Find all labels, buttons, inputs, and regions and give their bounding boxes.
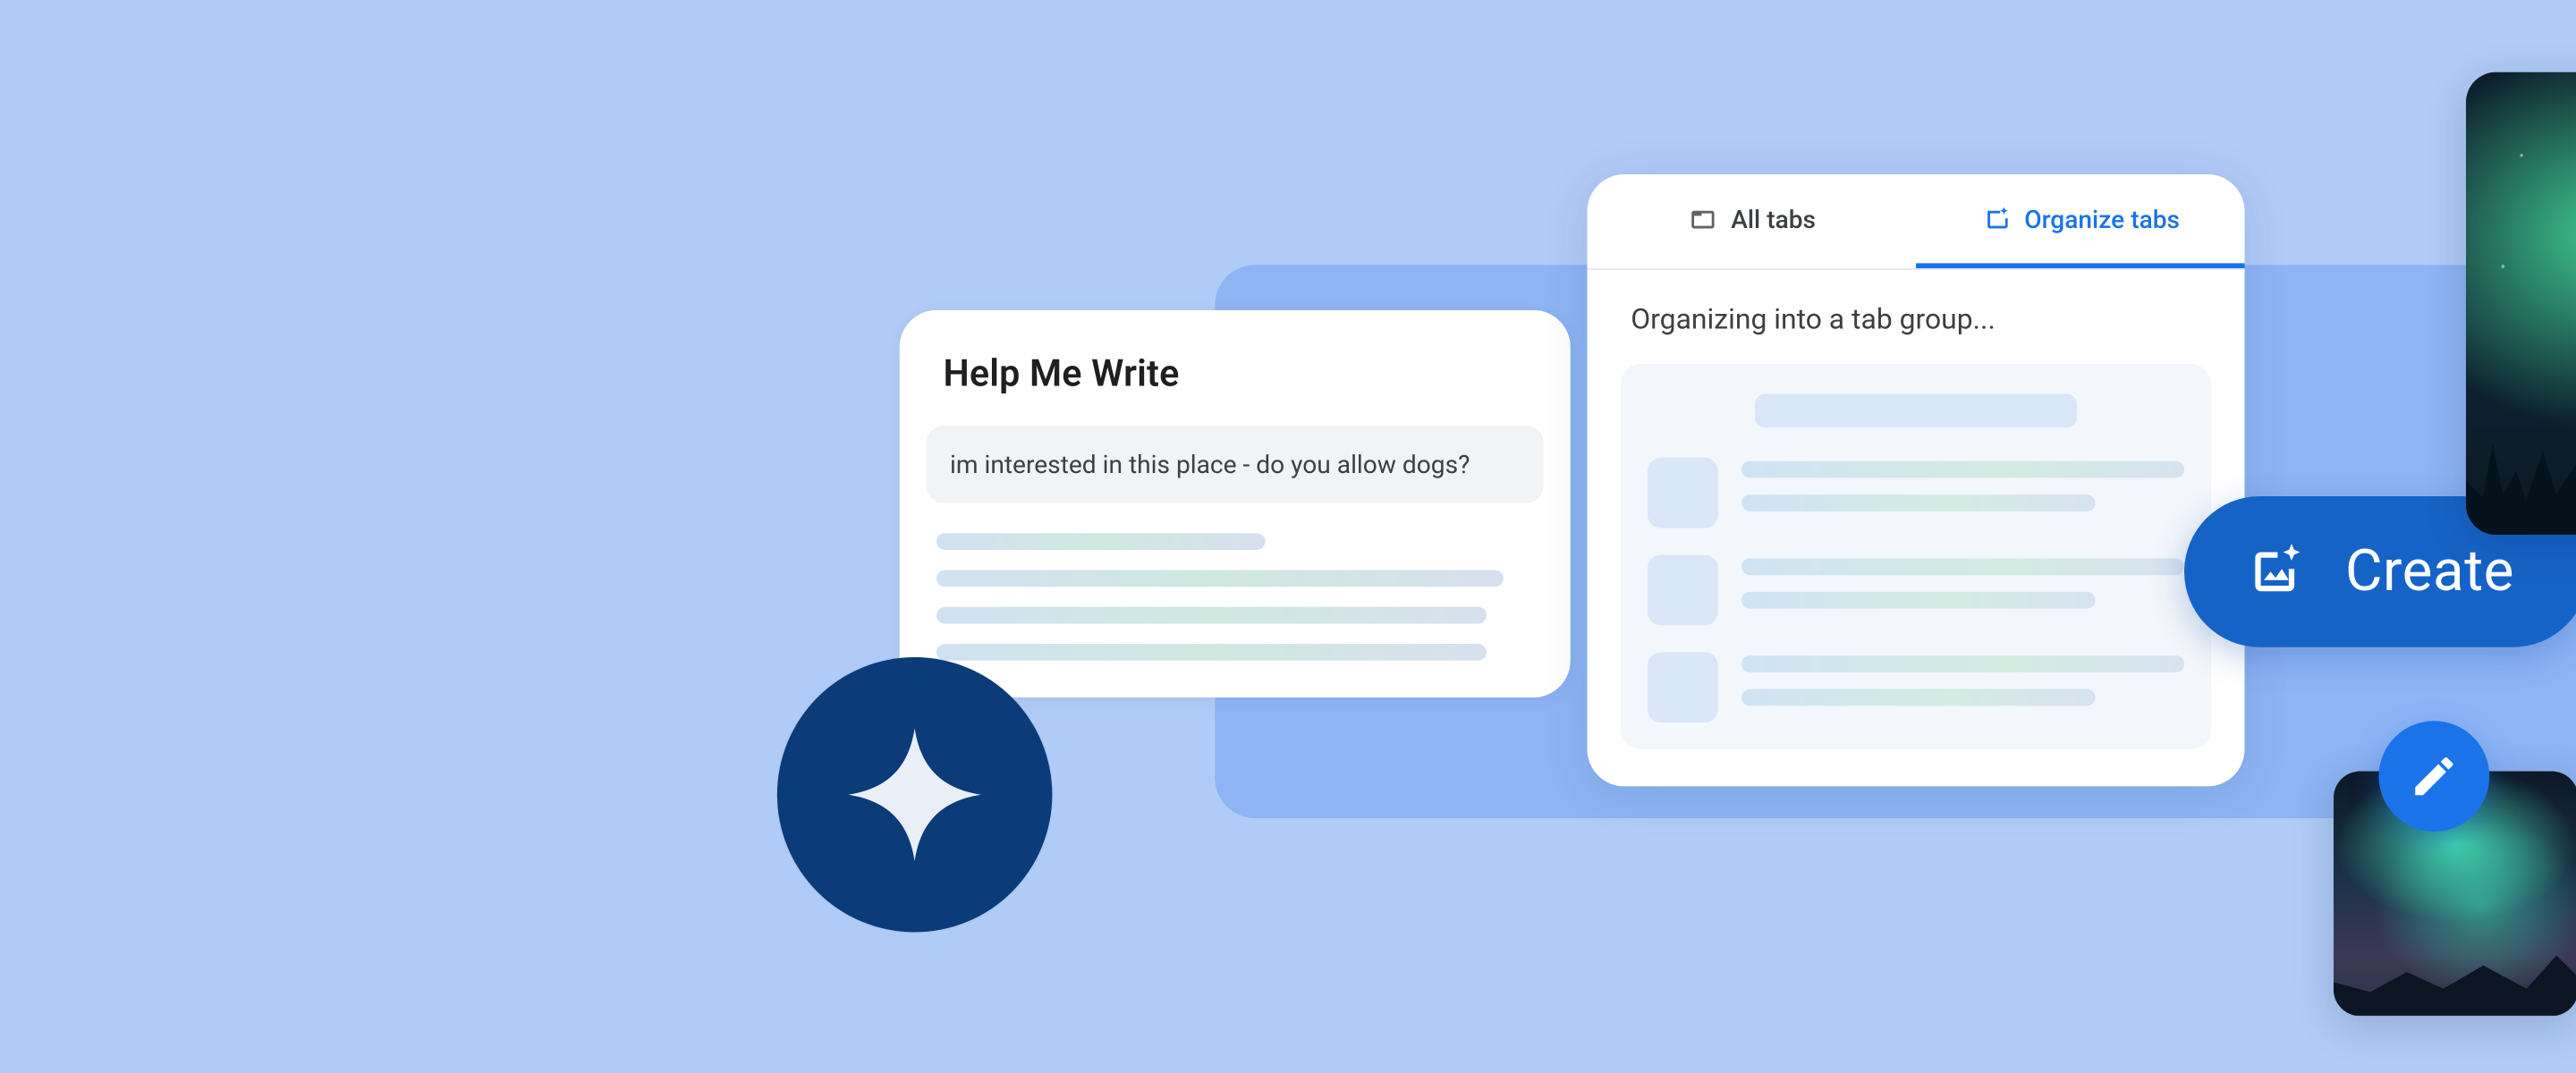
theme-preview-large <box>2466 72 2576 536</box>
placeholder-line <box>936 607 1486 624</box>
tab-organize-tabs-label: Organize tabs <box>2024 204 2180 234</box>
tree-silhouette <box>2466 415 2576 536</box>
placeholder-line <box>1741 655 2184 672</box>
help-me-write-card: Help Me Write im interested in this plac… <box>900 310 1571 697</box>
placeholder-group-title <box>1755 394 2077 428</box>
pencil-icon <box>2409 751 2459 801</box>
placeholder-thumb <box>1648 555 1718 626</box>
organize-status-text: Organizing into a tab group... <box>1588 270 2245 364</box>
canvas: Help Me Write im interested in this plac… <box>601 0 2576 1073</box>
placeholder-line <box>1741 592 2096 609</box>
help-me-write-input[interactable]: im interested in this place - do you all… <box>927 426 1544 503</box>
placeholder-line <box>1741 461 2184 478</box>
placeholder-line <box>936 570 1504 587</box>
organize-tab-bar: All tabs Organize tabs <box>1588 174 2245 270</box>
placeholder-tab-row <box>1648 458 2184 528</box>
placeholder-line <box>1741 689 2096 706</box>
help-me-write-title: Help Me Write <box>900 354 1571 427</box>
placeholder-line <box>936 533 1265 550</box>
placeholder-tab-row <box>1648 652 2184 722</box>
edit-theme-button[interactable] <box>2379 721 2490 832</box>
placeholder-line <box>1741 494 2096 511</box>
organize-tabs-card: All tabs Organize tabs Organizing into a… <box>1588 174 2245 786</box>
help-me-write-loading <box>900 533 1571 661</box>
tab-icon <box>1687 204 1717 234</box>
mountain-silhouette <box>2334 933 2576 1016</box>
tab-all-tabs-label: All tabs <box>1731 204 1816 234</box>
tab-group-placeholder <box>1621 364 2211 749</box>
placeholder-thumb <box>1648 652 1718 722</box>
placeholder-tab-row <box>1648 555 2184 626</box>
tab-sparkle-icon <box>1980 204 2011 234</box>
placeholder-thumb <box>1648 458 1718 528</box>
assistant-star-icon <box>839 719 990 870</box>
tab-organize-tabs[interactable]: Organize tabs <box>1916 174 2245 268</box>
tab-all-tabs[interactable]: All tabs <box>1588 174 1917 268</box>
placeholder-line <box>1741 558 2184 575</box>
image-sparkle-icon <box>2241 538 2309 605</box>
assistant-star-badge <box>777 657 1053 933</box>
placeholder-line <box>936 644 1486 661</box>
create-button-label: Create <box>2345 538 2514 605</box>
